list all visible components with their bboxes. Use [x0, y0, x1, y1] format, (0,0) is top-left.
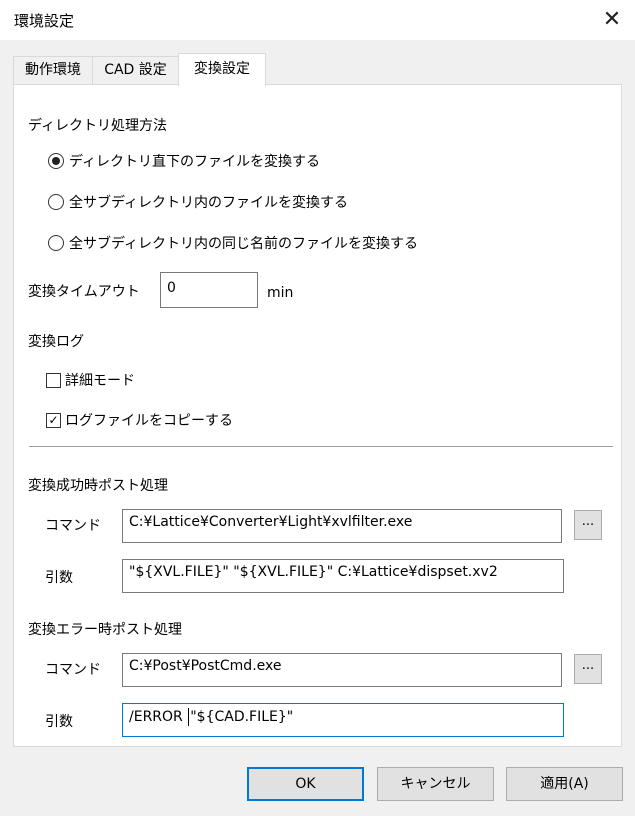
radio-label: 全サブディレクトリ内の同じ名前のファイルを変換する — [69, 236, 419, 252]
timeout-input[interactable]: 0 — [160, 272, 258, 308]
conversion-settings-panel: ディレクトリ処理方法 ディレクトリ直下のファイルを変換する 全サブディレクトリ内… — [13, 84, 622, 747]
cancel-button[interactable]: キャンセル — [377, 767, 494, 801]
tab-operating-environment[interactable]: 動作環境 — [13, 56, 93, 85]
apply-button[interactable]: 適用(A) — [506, 767, 623, 801]
copy-logfile-checkbox-row[interactable]: ✓ ログファイルをコピーする — [46, 410, 233, 430]
copy-logfile-checkbox[interactable]: ✓ — [46, 412, 61, 428]
error-command-label: コマンド — [45, 662, 101, 678]
success-command-browse-button[interactable]: ... — [574, 510, 602, 540]
detail-mode-checkbox-row[interactable]: 詳細モード — [46, 370, 135, 390]
radio-button[interactable] — [48, 235, 64, 251]
timeout-label: 変換タイムアウト — [28, 284, 140, 300]
log-heading: 変換ログ — [28, 334, 84, 350]
radio-button[interactable] — [48, 194, 64, 210]
checkmark-icon: ✓ — [48, 412, 59, 427]
success-args-input[interactable]: "${XVL.FILE}" "${XVL.FILE}" C:¥Lattice¥d… — [122, 559, 564, 593]
error-post-heading: 変換エラー時ポスト処理 — [28, 622, 182, 638]
checkbox-label: 詳細モード — [65, 373, 135, 389]
success-command-input[interactable]: C:¥Lattice¥Converter¥Light¥xvlfilter.exe — [122, 509, 562, 543]
success-command-label: コマンド — [45, 518, 101, 534]
radio-direct-files[interactable]: ディレクトリ直下のファイルを変換する — [48, 151, 320, 171]
radio-label: ディレクトリ直下のファイルを変換する — [69, 154, 321, 170]
tab-cad-settings[interactable]: CAD 設定 — [92, 56, 179, 85]
directory-method-heading: ディレクトリ処理方法 — [28, 118, 168, 134]
tab-label: CAD 設定 — [104, 62, 167, 78]
success-args-label: 引数 — [45, 570, 73, 586]
tab-label: 変換設定 — [194, 61, 250, 77]
error-args-text-after-caret: "${CAD.FILE}" — [190, 709, 294, 725]
error-args-label: 引数 — [45, 714, 73, 730]
tab-label: 動作環境 — [25, 62, 81, 78]
radio-button[interactable] — [48, 153, 64, 169]
close-button[interactable]: ✕ — [589, 0, 635, 40]
error-command-browse-button[interactable]: ... — [574, 654, 602, 684]
radio-all-subdirectories[interactable]: 全サブディレクトリ内のファイルを変換する — [48, 192, 348, 212]
checkbox-label: ログファイルをコピーする — [65, 413, 233, 429]
radio-label: 全サブディレクトリ内のファイルを変換する — [69, 195, 349, 211]
window-title: 環境設定 — [14, 12, 75, 30]
radio-same-name-subdirectories[interactable]: 全サブディレクトリ内の同じ名前のファイルを変換する — [48, 233, 418, 253]
error-args-input[interactable]: /ERROR "${CAD.FILE}" — [122, 703, 564, 737]
title-bar: 環境設定 ✕ — [0, 0, 635, 40]
success-post-heading: 変換成功時ポスト処理 — [28, 478, 168, 494]
close-icon: ✕ — [602, 7, 622, 32]
ok-button[interactable]: OK — [247, 767, 364, 801]
timeout-unit: min — [267, 285, 294, 301]
section-divider — [29, 446, 613, 448]
error-args-text-before-caret: /ERROR — [129, 709, 188, 725]
tab-conversion-settings[interactable]: 変換設定 — [178, 53, 266, 86]
error-command-input[interactable]: C:¥Post¥PostCmd.exe — [122, 653, 562, 687]
detail-mode-checkbox[interactable] — [46, 372, 61, 388]
